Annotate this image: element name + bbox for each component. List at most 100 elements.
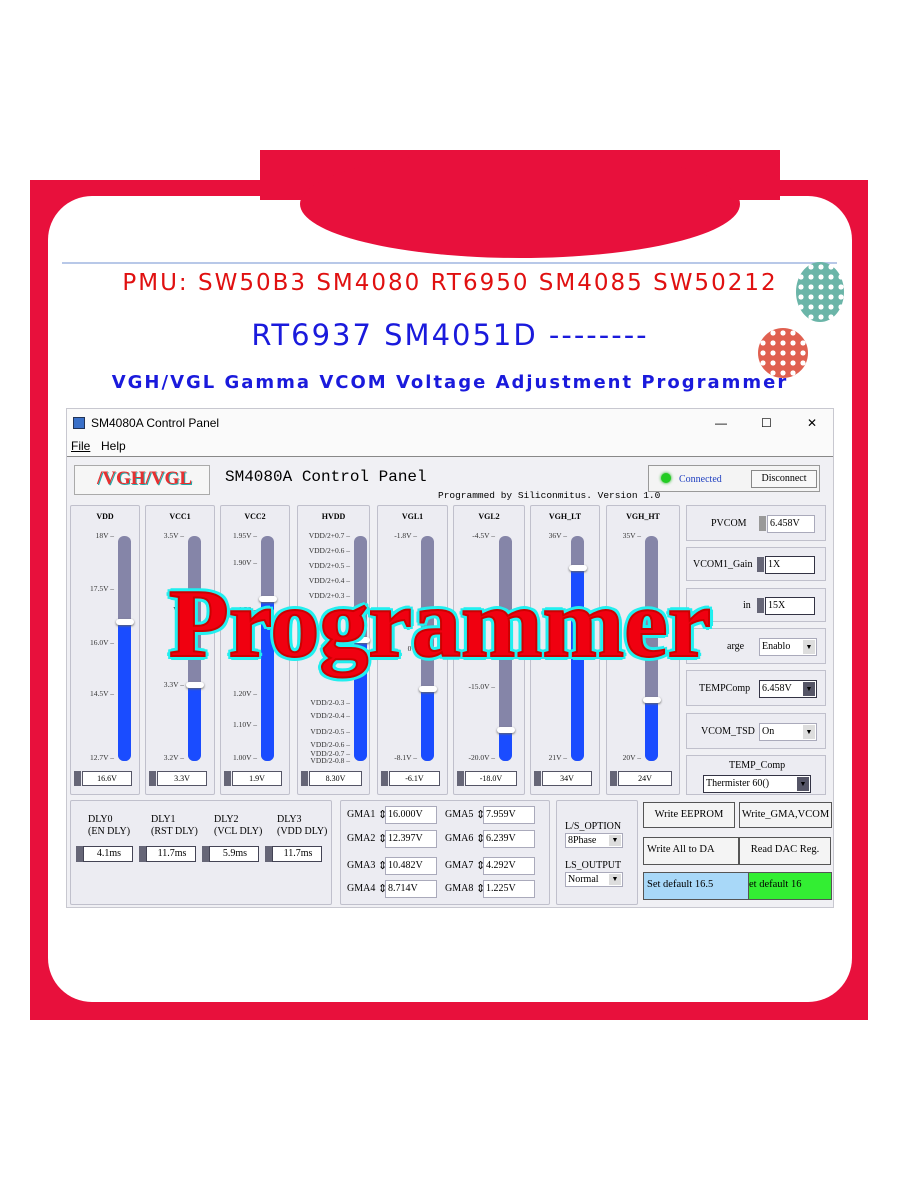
slider-title: VGH_HT (626, 512, 660, 521)
slider-value-input[interactable]: 1.9V (232, 771, 282, 786)
menu-help[interactable]: Help (101, 439, 126, 453)
slider-thumb[interactable] (497, 726, 515, 733)
minimize-button[interactable]: — (715, 409, 727, 437)
vcom-tsd-label: VCOM_TSD (701, 726, 755, 737)
gamma-input[interactable]: 16.000V (385, 806, 437, 824)
dropdown-arrow-icon: ▼ (803, 640, 815, 654)
tick-label: VDD/2-0.5 – (310, 726, 350, 736)
slider-thumb[interactable] (186, 681, 204, 688)
temp-comp-group: TEMP_Comp Thermister 60() ▼ (686, 755, 826, 795)
tick-label: 1.10V – (232, 720, 257, 729)
gamma-input[interactable]: 10.482V (385, 857, 437, 875)
charge-select[interactable]: Enablo ▼ (759, 638, 817, 656)
tick-label: 17.5V – (89, 583, 114, 593)
ls-output-select[interactable]: Normal ▼ (565, 872, 623, 887)
vcom-tsd-select[interactable]: On ▼ (759, 723, 817, 741)
temp-comp-select[interactable]: Thermister 60() ▼ (703, 775, 811, 793)
delay-label: DLY0 (88, 814, 113, 825)
spinner-icon[interactable] (457, 771, 464, 786)
tick-label: 36V – (548, 531, 567, 540)
spinner-icon[interactable] (224, 771, 231, 786)
spinner-icon[interactable] (139, 846, 146, 862)
menu-file[interactable]: File (71, 439, 90, 453)
ls-option-select[interactable]: 8Phase ▼ (565, 833, 623, 848)
tick-label: VDD/2-0.8 – (310, 756, 350, 765)
spinner-icon[interactable] (759, 516, 766, 531)
spinner-icon[interactable] (757, 598, 764, 613)
delay-sublabel: (VDD DLY) (277, 826, 328, 837)
delay-input[interactable]: 11.7ms (146, 846, 196, 862)
programmer-overlay-text: Programmer (168, 569, 712, 679)
spinner-icon[interactable] (301, 771, 308, 786)
slider-title: VCC2 (244, 512, 266, 521)
pvcom-input[interactable]: 6.458V (767, 515, 815, 533)
spinner-icon[interactable] (265, 846, 272, 862)
delay-input[interactable]: 5.9ms (209, 846, 259, 862)
delay-sublabel: (EN DLY) (88, 826, 131, 837)
slider-value-input[interactable]: -6.1V (389, 771, 440, 786)
app-icon (73, 417, 85, 429)
vcom1-gain-input[interactable]: 1X (765, 556, 815, 574)
slider-value-input[interactable]: 16.6V (82, 771, 132, 786)
tick-label: -15.0V – (468, 681, 495, 691)
set-default-16-5-button[interactable]: Set default 16.5 (643, 872, 750, 900)
slider-value-input[interactable]: 3.3V (157, 771, 207, 786)
slider-column-vdd: VDD 18V – 17.5V – 16.0V – 14.5V – 12.7V – 16.6… (70, 505, 140, 795)
gamma-label: GMA8 (445, 883, 474, 894)
tick-label: 1.95V – (232, 531, 257, 540)
slider-track[interactable] (118, 536, 131, 761)
close-button[interactable]: ✕ (807, 409, 817, 437)
frame-wave (300, 150, 740, 258)
set-default-16-button[interactable]: et default 16 (748, 872, 832, 900)
slider-title: VGL1 (401, 512, 424, 521)
gamma-input[interactable]: 1.225V (483, 880, 535, 898)
spinner-icon[interactable] (76, 846, 83, 862)
gamma-input[interactable]: 7.959V (483, 806, 535, 824)
spinner-icon[interactable] (610, 771, 617, 786)
slider-thumb[interactable] (419, 686, 437, 692)
connection-box: Connected Disconnect (648, 465, 820, 492)
delay-input[interactable]: 4.1ms (83, 846, 133, 862)
gamma-input[interactable]: 12.397V (385, 830, 437, 848)
spinner-icon[interactable] (202, 846, 209, 862)
tempcomp-select[interactable]: 6.458V ▼ (759, 680, 817, 698)
tick-label: -20.0V – (468, 752, 495, 762)
spinner-icon[interactable] (534, 771, 541, 786)
vcom2-gain-input[interactable]: 15X (765, 597, 815, 615)
gamma-input[interactable]: 6.239V (483, 830, 535, 848)
spinner-icon[interactable] (149, 771, 156, 786)
spinner-icon[interactable] (74, 771, 81, 786)
gamma-input[interactable]: 8.714V (385, 880, 437, 898)
slider-value-input[interactable]: 24V (618, 771, 672, 786)
write-all-button[interactable]: Write All to DA (643, 837, 739, 865)
tick-label: 21V – (548, 752, 567, 762)
window-title: SM4080A Control Panel (91, 416, 220, 430)
tick-label: VDD/2-0.3 – (310, 697, 350, 707)
ls-group: L/S_OPTION 8Phase ▼ LS_OUTPUT Normal ▼ (556, 800, 638, 905)
read-dac-button[interactable]: Read DAC Reg. (739, 837, 831, 865)
disconnect-button[interactable]: Disconnect (751, 470, 817, 488)
dropdown-arrow-icon: ▼ (609, 874, 621, 885)
write-eeprom-button[interactable]: Write EEPROM (643, 802, 735, 828)
spinner-icon[interactable] (381, 771, 388, 786)
delay-input[interactable]: 11.7ms (272, 846, 322, 862)
write-gma-vcom-button[interactable]: Write_GMA,VCOM (739, 802, 832, 828)
slider-thumb[interactable] (116, 618, 134, 625)
tab-vgh-vgl[interactable]: /VGH/VGL (74, 465, 210, 495)
slider-value-input[interactable]: 8.30V (309, 771, 362, 786)
spinner-icon[interactable] (757, 557, 764, 572)
tick-label: 3.2V – (163, 752, 184, 762)
slider-value-input[interactable]: 34V (542, 771, 592, 786)
maximize-button[interactable]: ☐ (761, 409, 772, 437)
divider (62, 262, 837, 264)
tick-label: -1.8V – (394, 531, 417, 540)
slider-value-input[interactable]: -18.0V (465, 771, 517, 786)
slider-title: VGL2 (478, 512, 500, 521)
gamma-input[interactable]: 4.292V (483, 857, 535, 875)
slider-thumb[interactable] (643, 697, 661, 704)
gamma-label: GMA6 (445, 833, 474, 844)
tick-label: VDD/2-0.6 – (310, 740, 350, 750)
tick-label: 35V – (622, 531, 641, 540)
tick-label: 12.7V – (89, 752, 114, 762)
gamma-label: GMA5 (445, 809, 474, 820)
